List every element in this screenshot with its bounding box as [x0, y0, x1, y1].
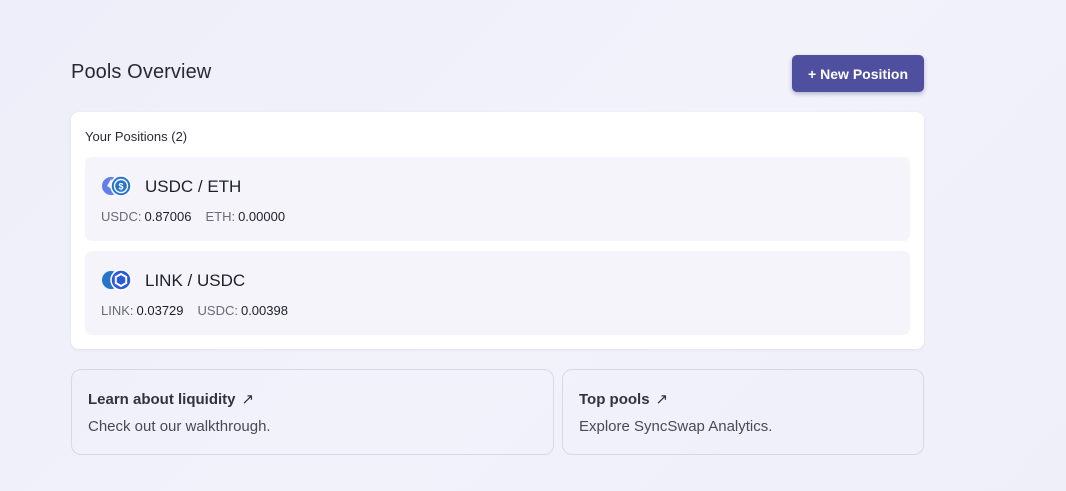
external-arrow-icon: ↗	[241, 391, 255, 408]
link-card-title: Learn about liquidity ↗	[88, 390, 255, 409]
usdc-eth-pair-icon: $	[101, 175, 133, 197]
new-position-button[interactable]: + New Position	[792, 55, 924, 92]
page-title: Pools Overview	[71, 61, 212, 83]
amount-value: 0.00398	[240, 303, 288, 318]
amount-value: 0.87006	[144, 209, 192, 224]
svg-text:$: $	[118, 182, 123, 192]
external-arrow-icon: ↗	[655, 391, 669, 408]
link-card-description: Check out our walkthrough.	[88, 418, 271, 435]
position-amounts: USDC: 0.87006 ETH: 0.00000	[101, 209, 285, 224]
positions-card: Your Positions (2) $ USDC / ETH USDC: 0.…	[71, 112, 924, 349]
link-card-title-text: Learn about liquidity	[88, 390, 236, 408]
link-card-description: Explore SyncSwap Analytics.	[579, 418, 773, 435]
top-pools-card[interactable]: Top pools ↗ Explore SyncSwap Analytics.	[562, 369, 924, 455]
position-amounts: LINK: 0.03729 USDC: 0.00398	[101, 303, 288, 318]
amount-label: ETH:	[205, 209, 236, 224]
plus-icon: +	[807, 65, 817, 82]
amount-value: 0.00000	[238, 209, 286, 224]
amount-label: USDC:	[197, 303, 238, 318]
learn-liquidity-card[interactable]: Learn about liquidity ↗ Check out our wa…	[71, 369, 554, 455]
link-card-title-text: Top pools	[579, 390, 650, 408]
position-item-link-usdc[interactable]: LINK / USDC LINK: 0.03729 USDC: 0.00398	[85, 251, 910, 335]
amount-label: LINK:	[101, 303, 134, 318]
amount-label: USDC:	[101, 209, 142, 224]
link-usdc-pair-icon	[101, 269, 133, 291]
new-position-label: New Position	[820, 65, 909, 82]
pair-name: USDC / ETH	[145, 177, 242, 196]
link-card-title: Top pools ↗	[579, 390, 669, 409]
amount-value: 0.03729	[136, 303, 184, 318]
pair-name: LINK / USDC	[145, 271, 246, 290]
positions-title: Your Positions (2)	[85, 129, 188, 144]
position-item-usdc-eth[interactable]: $ USDC / ETH USDC: 0.87006 ETH: 0.00000	[85, 157, 910, 241]
